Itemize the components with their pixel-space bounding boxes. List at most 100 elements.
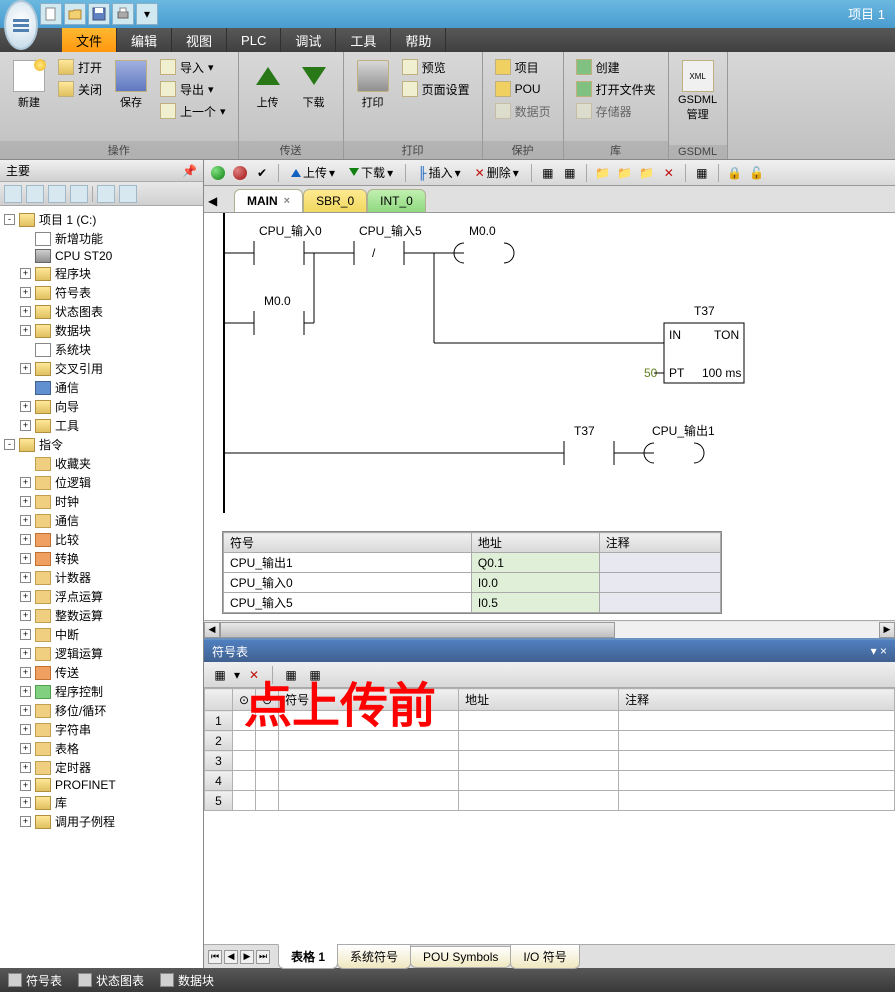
tree-compare[interactable]: +比较: [0, 530, 203, 549]
tree-tools[interactable]: +工具: [0, 416, 203, 435]
open-button[interactable]: 打开: [54, 56, 106, 78]
grid-row[interactable]: 2: [205, 731, 895, 751]
tree-floatmath[interactable]: +浮点运算: [0, 587, 203, 606]
bp-tb-icon-2[interactable]: ✕: [244, 665, 264, 685]
tree-data-block[interactable]: +数据块: [0, 321, 203, 340]
view-icon-4[interactable]: [70, 185, 88, 203]
menu-tools[interactable]: 工具: [336, 28, 391, 52]
bp-tab-nav-last-icon[interactable]: ⏭: [256, 950, 270, 964]
app-menu-icon[interactable]: [4, 0, 38, 50]
tab-int0[interactable]: INT_0: [367, 189, 426, 212]
view-icon-3[interactable]: [48, 185, 66, 203]
tb-icon-i[interactable]: 🔓: [747, 163, 767, 183]
grid-row[interactable]: 5: [205, 791, 895, 811]
tree-intmath[interactable]: +整数运算: [0, 606, 203, 625]
tree-status-chart[interactable]: +状态图表: [0, 302, 203, 321]
qat-save-icon[interactable]: [88, 3, 110, 25]
tb-icon-a[interactable]: ▦: [538, 163, 558, 183]
grid-row[interactable]: 3: [205, 751, 895, 771]
tree-newfeatures[interactable]: 新增功能: [0, 229, 203, 248]
toolbar-download-button[interactable]: 下载 ▾: [343, 164, 399, 181]
grid-row[interactable]: 4: [205, 771, 895, 791]
project-tree[interactable]: -项目 1 (C:) 新增功能 CPU ST20 +程序块 +符号表 +状态图表…: [0, 206, 203, 968]
protect-project-button[interactable]: 项目: [491, 56, 555, 78]
protect-pou-button[interactable]: POU: [491, 78, 555, 100]
lib-create-button[interactable]: 创建: [572, 56, 660, 78]
scroll-left-icon[interactable]: ◀: [204, 622, 220, 638]
qat-print-icon[interactable]: [112, 3, 134, 25]
protect-datapage-button[interactable]: 数据页: [491, 100, 555, 122]
tree-instructions-root[interactable]: -指令: [0, 435, 203, 454]
pin-icon[interactable]: 📌: [182, 164, 197, 178]
tree-convert[interactable]: +转换: [0, 549, 203, 568]
qat-open-icon[interactable]: [64, 3, 86, 25]
tree-transfer[interactable]: +传送: [0, 663, 203, 682]
tree-project-root[interactable]: -项目 1 (C:): [0, 210, 203, 229]
view-icon-2[interactable]: [26, 185, 44, 203]
import-button[interactable]: 导入 ▾: [156, 56, 230, 78]
bp-tab-nav-first-icon[interactable]: ⏮: [208, 950, 222, 964]
tree-interrupt[interactable]: +中断: [0, 625, 203, 644]
close-button[interactable]: 关闭: [54, 78, 106, 100]
upload-button[interactable]: 上传: [247, 56, 289, 114]
ladder-editor[interactable]: CPU_输入0 CPU_输入5 / M0.0 M0.0: [204, 212, 895, 620]
bp-tab-nav-next-icon[interactable]: ▶: [240, 950, 254, 964]
tab-sbr0[interactable]: SBR_0: [303, 189, 367, 212]
menu-debug[interactable]: 调试: [281, 28, 336, 52]
qat-dropdown-icon[interactable]: ▾: [136, 3, 158, 25]
tb-icon-h[interactable]: 🔒: [725, 163, 745, 183]
editor-h-scrollbar[interactable]: ◀ ▶: [204, 620, 895, 638]
tree-bitlogic[interactable]: +位逻辑: [0, 473, 203, 492]
tree-lib[interactable]: +库: [0, 793, 203, 812]
tree-logicop[interactable]: +逻辑运算: [0, 644, 203, 663]
print-button[interactable]: 打印: [352, 56, 394, 114]
col-head-icon[interactable]: ⊙: [239, 693, 249, 707]
export-button[interactable]: 导出 ▾: [156, 78, 230, 100]
save-button[interactable]: 保存: [110, 56, 152, 114]
tree-wizard[interactable]: +向导: [0, 397, 203, 416]
bp-tb-icon-4[interactable]: ▦: [305, 665, 325, 685]
tb-icon-f[interactable]: ✕: [659, 163, 679, 183]
menu-view[interactable]: 视图: [172, 28, 227, 52]
tree-symbol-table[interactable]: +符号表: [0, 283, 203, 302]
tree-timer[interactable]: +定时器: [0, 758, 203, 777]
col-head-icon[interactable]: ⊙: [262, 693, 272, 707]
bp-tab-nav-prev-icon[interactable]: ◀: [224, 950, 238, 964]
tb-icon-g[interactable]: ▦: [692, 163, 712, 183]
preview-button[interactable]: 预览: [398, 56, 474, 78]
view-icon-6[interactable]: [119, 185, 137, 203]
tb-icon-d[interactable]: 📁: [615, 163, 635, 183]
tree-comm[interactable]: 通信: [0, 378, 203, 397]
tree-comm2[interactable]: +通信: [0, 511, 203, 530]
toolbar-upload-button[interactable]: 上传 ▾: [285, 164, 341, 181]
pagesetup-button[interactable]: 页面设置: [398, 78, 474, 100]
inline-symrow[interactable]: CPU_输入5I0.5: [224, 593, 721, 613]
tb-icon-e[interactable]: 📁: [637, 163, 657, 183]
gsdml-button[interactable]: XMLGSDML 管理: [677, 56, 719, 126]
symbol-table-grid[interactable]: ⊙ ⊙ 符号 地址 注释 1 2 3 4 5: [204, 688, 895, 944]
previous-button[interactable]: 上一个 ▾: [156, 100, 230, 122]
qat-new-icon[interactable]: [40, 3, 62, 25]
tb-icon-b[interactable]: ▦: [560, 163, 580, 183]
menu-file[interactable]: 文件: [62, 28, 117, 52]
tree-table[interactable]: +表格: [0, 739, 203, 758]
menu-plc[interactable]: PLC: [227, 28, 281, 52]
scroll-right-icon[interactable]: ▶: [879, 622, 895, 638]
tab-main[interactable]: MAIN×: [234, 189, 303, 212]
toolbar-insert-button[interactable]: ╟插入 ▾: [412, 164, 467, 181]
tree-favorites[interactable]: 收藏夹: [0, 454, 203, 473]
tree-string[interactable]: +字符串: [0, 720, 203, 739]
sb-symtable[interactable]: 符号表: [8, 972, 62, 989]
menu-edit[interactable]: 编辑: [117, 28, 172, 52]
tree-counter[interactable]: +计数器: [0, 568, 203, 587]
lib-memory-button[interactable]: 存储器: [572, 100, 660, 122]
view-icon-5[interactable]: [97, 185, 115, 203]
bp-tab-table1[interactable]: 表格 1: [278, 944, 338, 969]
tree-clock[interactable]: +时钟: [0, 492, 203, 511]
sb-datablock[interactable]: 数据块: [160, 972, 214, 989]
download-button[interactable]: 下载: [293, 56, 335, 114]
tree-shiftrot[interactable]: +移位/循环: [0, 701, 203, 720]
inline-symrow[interactable]: CPU_输出1Q0.1: [224, 553, 721, 573]
lib-openfolder-button[interactable]: 打开文件夹: [572, 78, 660, 100]
view-icon-1[interactable]: [4, 185, 22, 203]
